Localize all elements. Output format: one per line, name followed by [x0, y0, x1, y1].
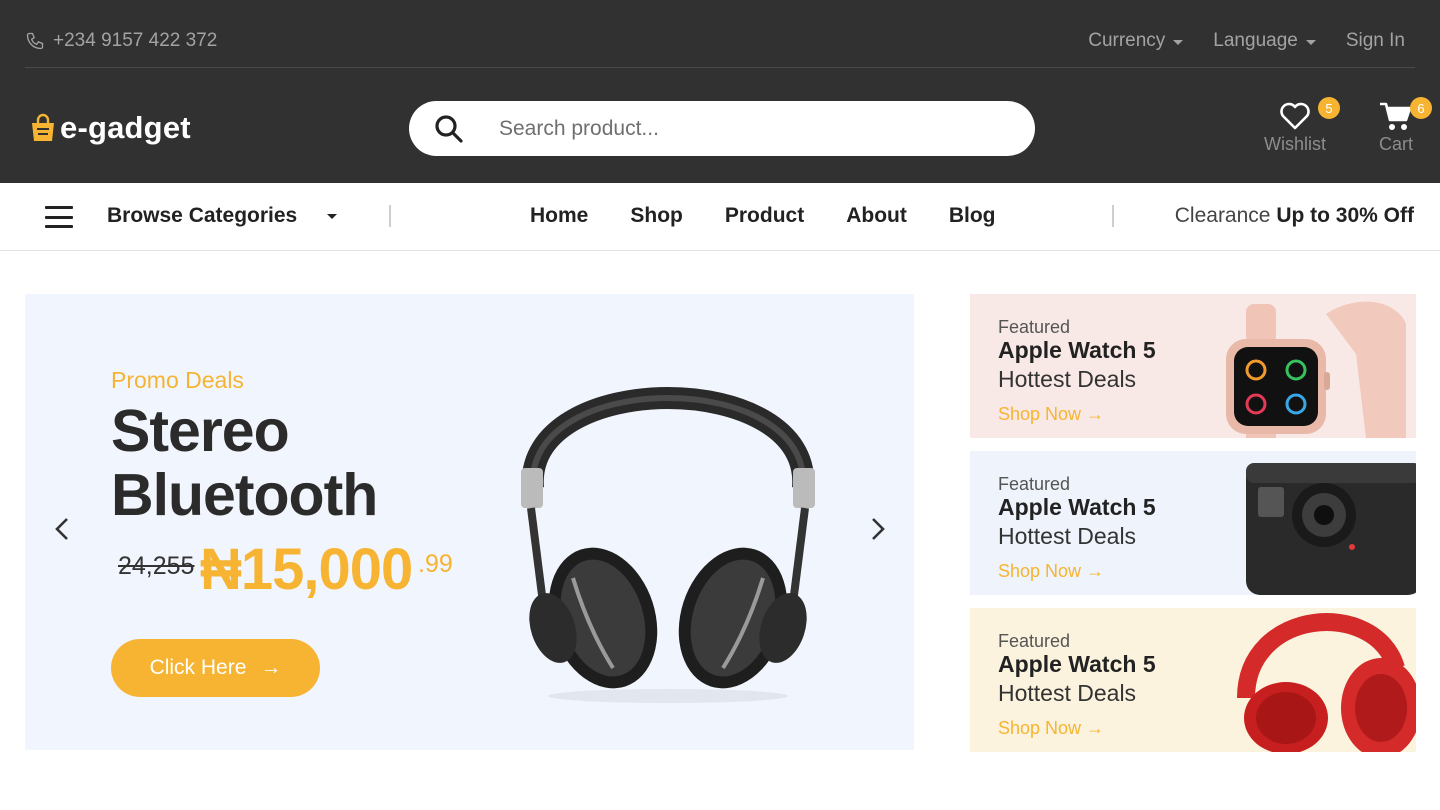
- wishlist-count-badge: 5: [1318, 97, 1340, 119]
- top-right-menu: Currency Language Sign In: [1088, 30, 1405, 52]
- caret-down-icon: [1305, 39, 1316, 45]
- browse-categories-dropdown[interactable]: Browse Categories: [107, 204, 338, 228]
- wishlist-button[interactable]: 5 Wishlist: [1262, 97, 1340, 155]
- red-headphones-image: [1237, 613, 1416, 752]
- slider-prev-arrow[interactable]: [47, 509, 77, 549]
- featured-banner[interactable]: Featured Apple Watch 5 Hottest Deals Sho…: [970, 608, 1416, 752]
- action-camera-image: [1246, 463, 1416, 595]
- phone-contact[interactable]: +234 9157 422 372: [25, 30, 217, 52]
- banner-title: Apple Watch 5: [998, 494, 1156, 520]
- clearance-prefix: Clearance: [1174, 204, 1271, 227]
- cart-label: Cart: [1378, 134, 1413, 154]
- wishlist-label: Wishlist: [1264, 134, 1326, 154]
- shop-now-link[interactable]: Shop Now →: [998, 718, 1104, 739]
- currency-label: Currency: [1088, 30, 1166, 51]
- headphones-image: [521, 387, 815, 703]
- nav-link-home[interactable]: Home: [530, 204, 588, 228]
- featured-banner[interactable]: Featured Apple Watch 5 Hottest Deals Sho…: [970, 294, 1416, 438]
- language-dropdown[interactable]: Language: [1213, 30, 1316, 52]
- banner-subtitle: Hottest Deals: [998, 680, 1137, 706]
- banner-subtitle: Hottest Deals: [998, 366, 1137, 392]
- phone-icon: [26, 32, 44, 50]
- nav-link-blog[interactable]: Blog: [949, 204, 996, 228]
- banner-subtitle: Hottest Deals: [998, 523, 1137, 549]
- featured-banner[interactable]: Featured Apple Watch 5 Hottest Deals Sho…: [970, 451, 1416, 595]
- chevron-right-icon: [872, 518, 885, 540]
- menu-icon[interactable]: [45, 206, 73, 228]
- cart-icon: [1380, 102, 1412, 130]
- heart-icon: [1280, 102, 1310, 130]
- banner-featured-label: Featured: [998, 474, 1071, 494]
- nav-link-shop[interactable]: Shop: [630, 204, 683, 228]
- search-input[interactable]: [499, 116, 979, 141]
- language-label: Language: [1213, 30, 1298, 51]
- price-cents: .99: [418, 550, 453, 578]
- smartwatch-image: [1226, 301, 1406, 438]
- new-price: ₦15,000: [200, 537, 413, 602]
- shop-now-link[interactable]: Shop Now →: [998, 561, 1104, 582]
- banner-title: Apple Watch 5: [998, 337, 1156, 363]
- search-icon[interactable]: [433, 113, 465, 145]
- phone-number: +234 9157 422 372: [53, 30, 218, 51]
- logo-text: e-gadget: [60, 110, 191, 145]
- cart-button[interactable]: 6 Cart: [1372, 97, 1432, 155]
- main-nav: Browse Categories Home Shop Product Abou…: [0, 183, 1440, 251]
- browse-categories-label: Browse Categories: [107, 204, 298, 227]
- signin-link[interactable]: Sign In: [1346, 30, 1405, 52]
- banner-featured-label: Featured: [998, 631, 1071, 651]
- clearance-offer: Up to 30% Off: [1276, 204, 1414, 227]
- clearance-promo[interactable]: Clearance Up to 30% Off: [1175, 204, 1414, 228]
- banner-featured-label: Featured: [998, 317, 1071, 337]
- nav-link-product[interactable]: Product: [725, 204, 804, 228]
- arrow-right-icon: →: [260, 656, 282, 679]
- currency-dropdown[interactable]: Currency: [1088, 30, 1184, 52]
- shop-now-link[interactable]: Shop Now →: [998, 404, 1104, 425]
- search-bar: [409, 101, 1035, 156]
- site-header: +234 9157 422 372 Currency Language Sign…: [0, 0, 1440, 183]
- cart-count-badge: 6: [1410, 97, 1432, 119]
- hero-title: Stereo Bluetooth: [111, 398, 378, 528]
- nav-divider: [389, 205, 391, 227]
- caret-down-icon: [1173, 39, 1184, 45]
- shopping-bag-logo-icon: [32, 113, 54, 141]
- nav-divider: [1112, 205, 1114, 227]
- top-bar: +234 9157 422 372 Currency Language Sign…: [25, 24, 1415, 68]
- banner-title: Apple Watch 5: [998, 651, 1156, 677]
- nav-link-about[interactable]: About: [846, 204, 907, 228]
- cta-label: Click Here: [149, 656, 247, 679]
- hero-slider: Promo Deals Stereo Bluetooth 24,255 ₦15,…: [25, 294, 914, 750]
- caret-down-icon: [327, 213, 338, 219]
- hero-title-line1: Stereo: [111, 398, 290, 464]
- promo-label: Promo Deals: [111, 367, 244, 393]
- nav-links: Home Shop Product About Blog: [530, 204, 996, 228]
- chevron-left-icon: [55, 518, 68, 540]
- slider-next-arrow[interactable]: [863, 509, 893, 549]
- click-here-button[interactable]: Click Here →: [111, 639, 320, 697]
- site-logo[interactable]: e-gadget: [30, 110, 191, 146]
- hero-title-line2: Bluetooth: [111, 462, 378, 528]
- old-price: 24,255: [118, 552, 195, 580]
